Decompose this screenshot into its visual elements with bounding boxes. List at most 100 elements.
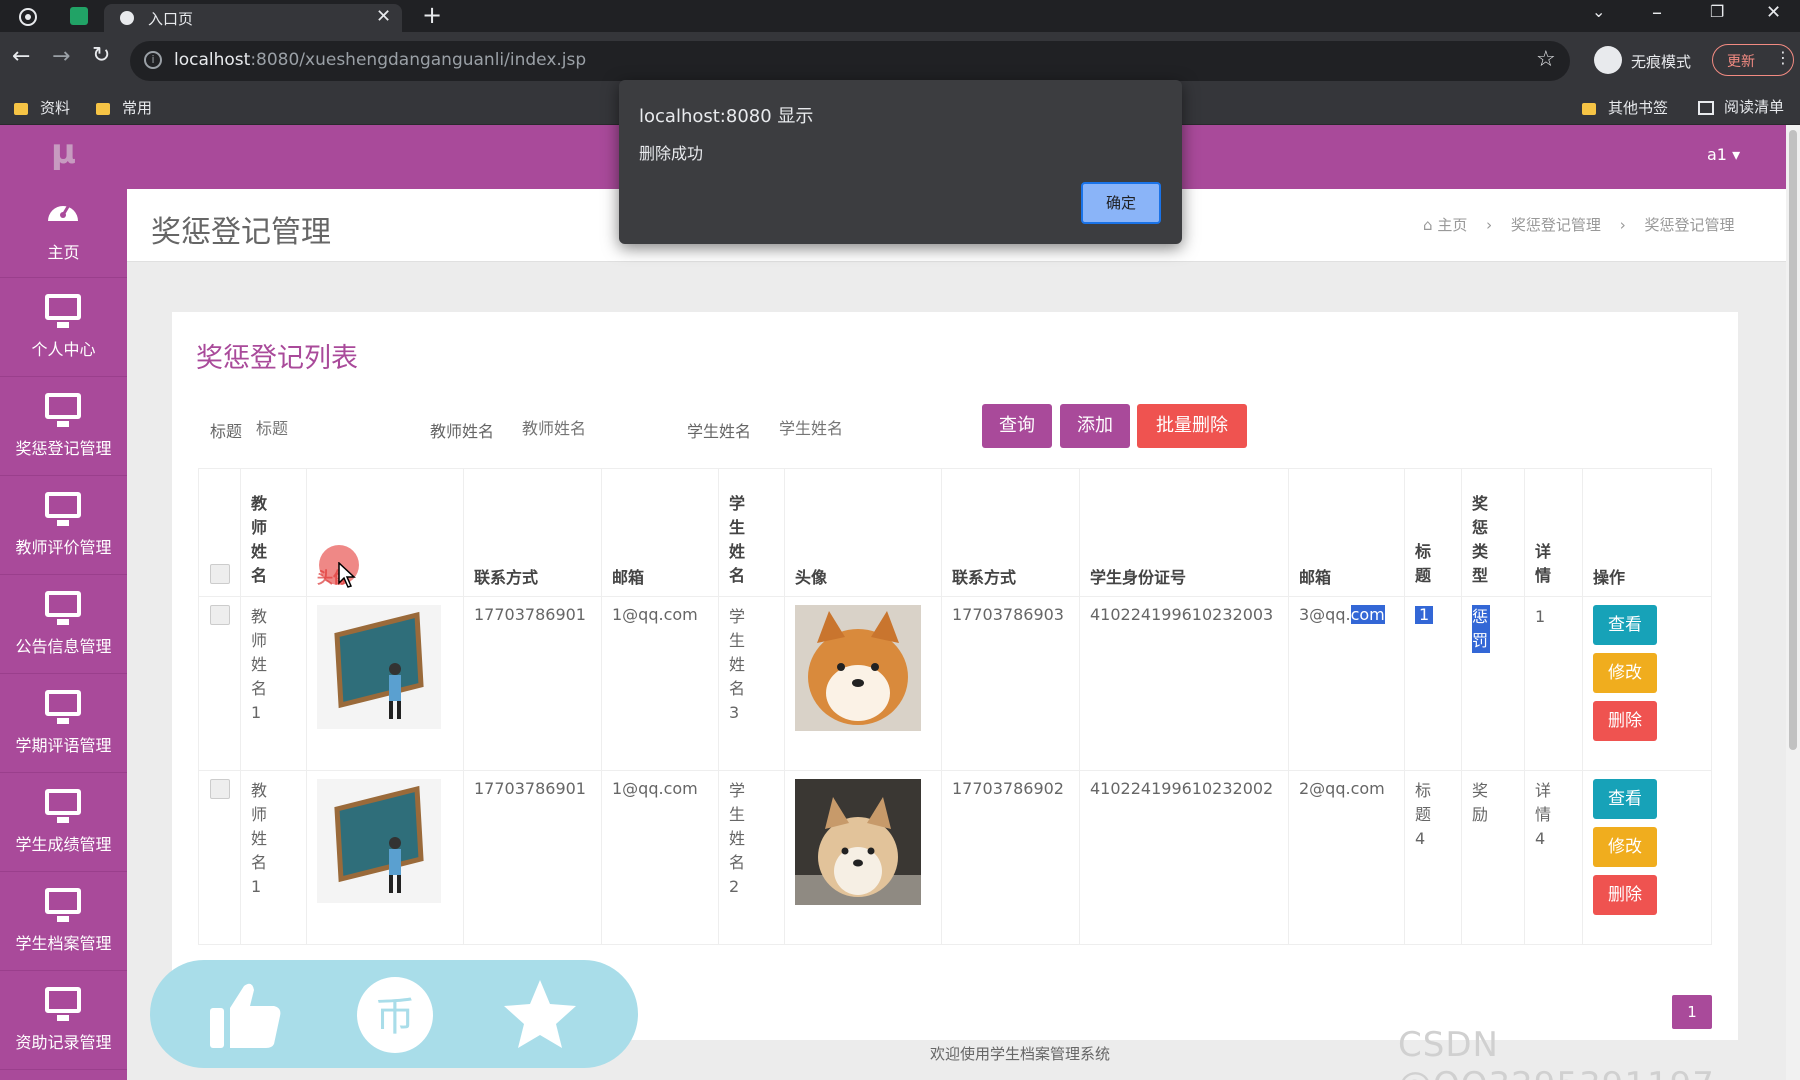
delete-button[interactable]: 删除 <box>1593 701 1657 741</box>
filter-teacher-input[interactable] <box>522 412 672 444</box>
select-all-checkbox[interactable] <box>209 564 230 584</box>
back-icon[interactable]: ← <box>12 44 30 69</box>
sidebar-item-label: 资助记录管理 <box>15 1033 112 1052</box>
teacher-name: 教师姓名1 <box>251 781 268 896</box>
column-header: 头像 <box>784 468 942 597</box>
filter-label-student: 学生姓名 <box>687 422 752 441</box>
dashboard-icon <box>48 204 78 221</box>
star-icon[interactable] <box>502 978 578 1050</box>
sidebar-item-profile[interactable]: 个人中心 <box>0 278 127 377</box>
window-close-icon[interactable]: ✕ <box>1766 2 1781 23</box>
bookmark-folder-1[interactable]: 常用 <box>96 97 152 118</box>
thumbs-up-icon[interactable] <box>208 978 282 1050</box>
column-header: 详情 <box>1535 542 1552 585</box>
sidebar-item-announcements[interactable]: 公告信息管理 <box>0 575 127 674</box>
monitor-icon <box>45 888 81 922</box>
incognito-label[interactable]: 无痕模式 <box>1631 51 1691 72</box>
user-menu[interactable]: a1 ▾ <box>1707 145 1740 164</box>
student-avatar[interactable] <box>795 605 921 731</box>
other-bookmarks[interactable]: 其他书签 <box>1582 97 1668 118</box>
delete-button[interactable]: 删除 <box>1593 875 1657 915</box>
folder-icon <box>1582 102 1596 115</box>
edit-button[interactable]: 修改 <box>1593 653 1657 693</box>
row-checkbox[interactable] <box>209 779 230 799</box>
filter-student-input[interactable] <box>779 412 929 444</box>
scrollbar-thumb[interactable] <box>1789 130 1797 750</box>
sidebar-item-label: 学生档案管理 <box>15 934 112 953</box>
reading-list-label: 阅读清单 <box>1724 98 1785 116</box>
sidebar-item-teacher-evaluation[interactable]: 教师评价管理 <box>0 476 127 575</box>
pagination-page[interactable]: 1 <box>1672 995 1712 1029</box>
sidebar-item-rewards-punishments[interactable]: 奖惩登记管理 <box>0 377 127 476</box>
add-button[interactable]: 添加 <box>1060 404 1130 448</box>
filter-title-input[interactable] <box>256 412 396 444</box>
bookmark-folder-0[interactable]: 资料 <box>14 97 70 118</box>
email-text: 3@qq. <box>1299 605 1351 624</box>
student-avatar[interactable] <box>795 779 921 905</box>
sheets-tab-icon[interactable] <box>70 7 88 25</box>
student-phone: 17703786903 <box>941 596 1080 771</box>
address-bar[interactable]: i localhost:8080/xueshengdanganguanli/in… <box>130 41 1570 81</box>
student-id-card: 410224199610232002 <box>1079 770 1289 945</box>
batch-delete-button[interactable]: 批量删除 <box>1137 404 1247 448</box>
info-icon[interactable]: i <box>144 51 162 69</box>
update-button[interactable]: 更新 ⋮ <box>1712 44 1794 76</box>
row-checkbox[interactable] <box>209 605 230 625</box>
teacher-avatar[interactable] <box>317 605 441 729</box>
record-detail: 1 <box>1535 607 1546 626</box>
folder-icon <box>14 102 28 115</box>
reload-icon[interactable]: ↻ <box>92 43 110 68</box>
column-header: 学生姓名 <box>729 494 746 585</box>
svg-text:币: 币 <box>375 994 415 1040</box>
tab-close-icon[interactable]: ✕ <box>376 6 391 27</box>
table-row: 教师姓名1 17703786901 1@qq.com 学生姓名2 1770378… <box>198 770 1712 945</box>
teacher-phone: 17703786901 <box>463 596 602 771</box>
home-icon: ⌂ <box>1423 216 1433 234</box>
column-header: 学生身份证号 <box>1079 468 1289 597</box>
monitor-icon <box>45 987 81 1021</box>
column-header: 操作 <box>1582 468 1712 597</box>
view-button[interactable]: 查看 <box>1593 779 1657 819</box>
sidebar-item-grades[interactable]: 学生成绩管理 <box>0 773 127 872</box>
page-title: 奖惩登记管理 <box>151 215 331 250</box>
column-header: 教师姓名 <box>251 494 268 585</box>
tab-entry-page[interactable]: 入口页 ✕ <box>104 4 402 32</box>
teacher-avatar[interactable] <box>317 779 441 903</box>
view-button[interactable]: 查看 <box>1593 605 1657 645</box>
breadcrumb-item[interactable]: 主页 <box>1437 216 1467 234</box>
dialog-ok-button[interactable]: 确定 <box>1081 182 1161 224</box>
student-email: 3@qq.com <box>1288 596 1405 771</box>
student-phone: 17703786902 <box>941 770 1080 945</box>
monitor-icon <box>45 393 81 427</box>
records-table: 教师姓名 头像 联系方式 邮箱 学生姓名 头像 联系方式 学生身份证号 邮箱 标… <box>198 468 1712 945</box>
restore-icon[interactable]: ❐ <box>1710 2 1724 21</box>
sidebar-item-term-comments[interactable]: 学期评语管理 <box>0 674 127 773</box>
mouse-cursor-icon <box>338 562 356 588</box>
sidebar-item-label: 公告信息管理 <box>15 637 112 656</box>
sidebar-item-home[interactable]: 主页 <box>0 179 127 278</box>
student-email: 2@qq.com <box>1288 770 1405 945</box>
sidebar-item-student-archives[interactable]: 学生档案管理 <box>0 872 127 971</box>
search-button[interactable]: 查询 <box>982 404 1052 448</box>
user-name: a1 <box>1707 145 1727 164</box>
url-path: :8080/xueshengdanganguanli/index.jsp <box>250 50 587 70</box>
breadcrumb-item[interactable]: 奖惩登记管理 <box>1511 216 1601 234</box>
forward-icon[interactable]: → <box>52 44 70 69</box>
globe-icon <box>120 11 134 25</box>
edit-button[interactable]: 修改 <box>1593 827 1657 867</box>
column-header: 联系方式 <box>463 468 602 597</box>
coin-icon[interactable]: 币 <box>356 976 434 1054</box>
teacher-email: 1@qq.com <box>601 770 719 945</box>
bookmark-star-icon[interactable]: ☆ <box>1536 47 1556 72</box>
browser-logo-icon[interactable] <box>18 7 38 27</box>
minimize-icon[interactable]: – <box>1652 0 1662 24</box>
breadcrumb: ⌂ 主页 › 奖惩登记管理 › 奖惩登记管理 <box>1423 214 1734 235</box>
tab-title: 入口页 <box>148 10 194 28</box>
reading-list[interactable]: 阅读清单 <box>1698 96 1784 117</box>
sidebar-item-financial-aid[interactable]: 资助记录管理 <box>0 971 127 1070</box>
new-tab-icon[interactable]: + <box>422 1 442 29</box>
caret-down-icon: ▾ <box>1732 145 1741 164</box>
sidebar-item-label: 学期评语管理 <box>15 736 112 755</box>
tab-search-icon[interactable]: ⌄ <box>1592 2 1605 21</box>
record-type: 奖励 <box>1472 781 1489 824</box>
